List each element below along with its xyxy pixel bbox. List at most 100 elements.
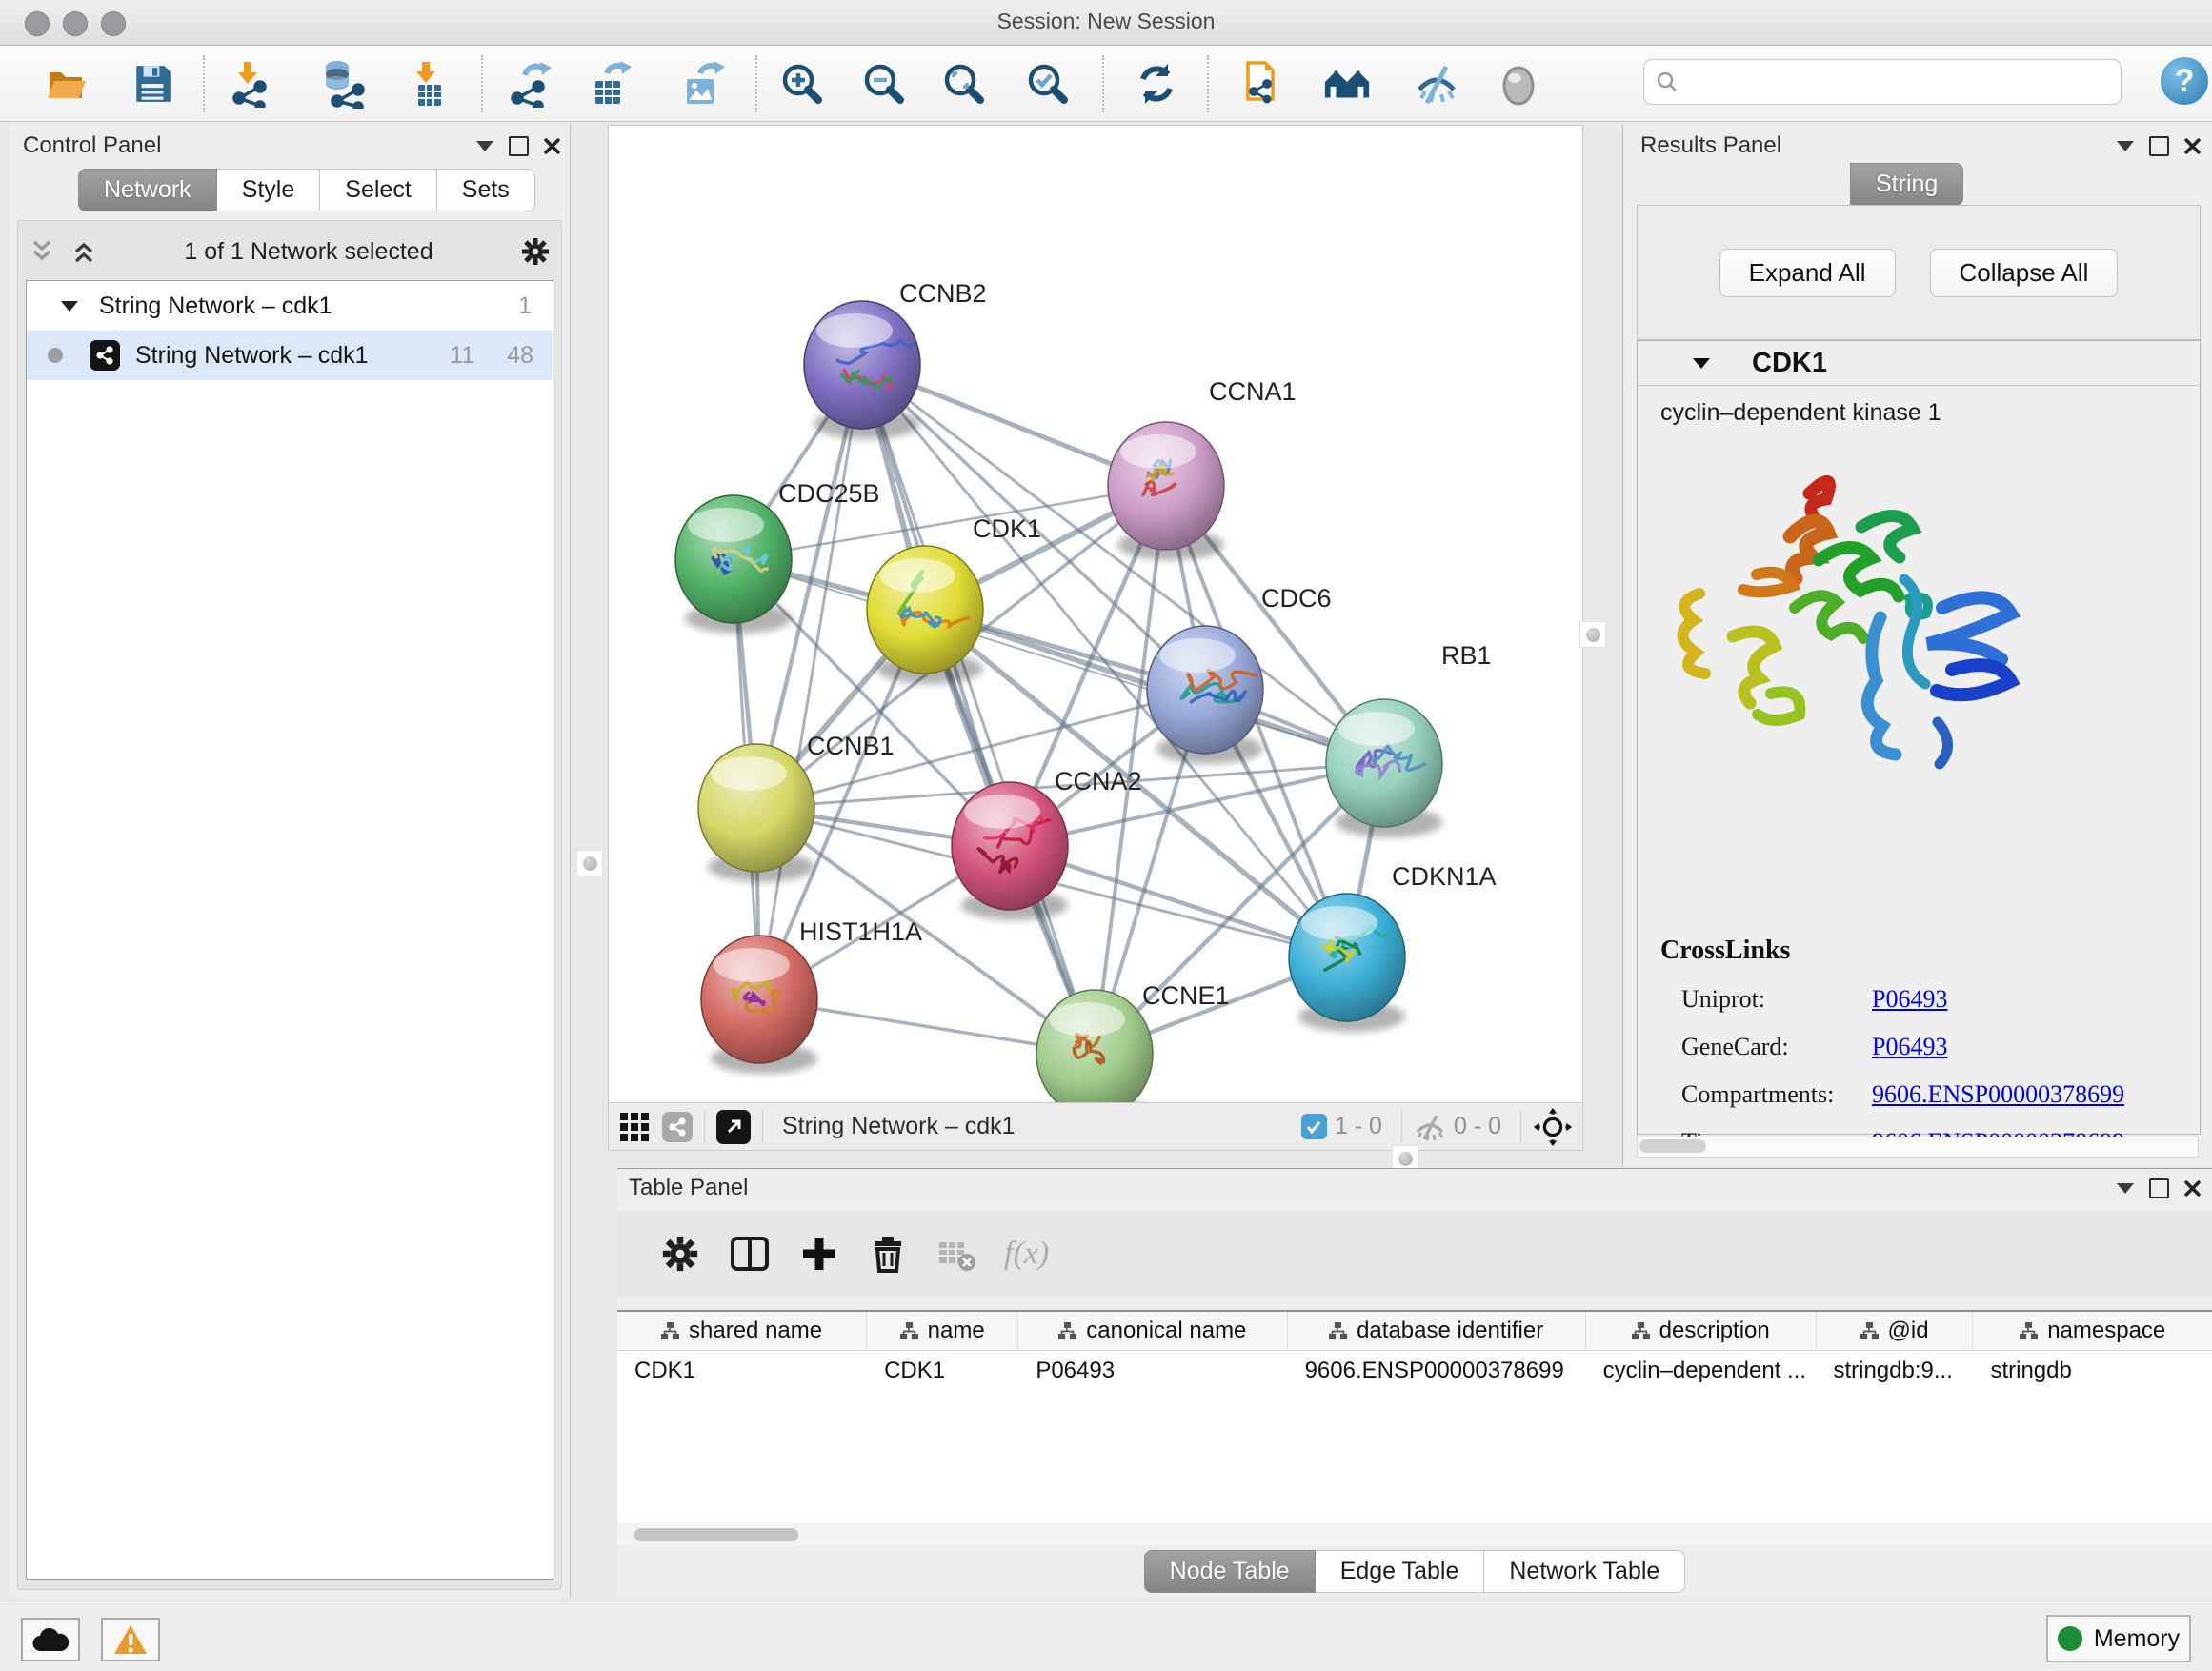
- expand-all-networks-icon[interactable]: [70, 238, 98, 265]
- collection-disclosure-icon[interactable]: [61, 301, 78, 312]
- node-label-RB1: RB1: [1441, 641, 1492, 670]
- float-panel-icon[interactable]: [509, 136, 529, 156]
- scrollbar-thumb[interactable]: [1639, 1139, 1706, 1153]
- network-node-CCNA1[interactable]: [1108, 422, 1224, 560]
- network-type-icon: [662, 1112, 693, 1142]
- help-button[interactable]: ?: [2161, 57, 2208, 105]
- birds-eye-view-icon[interactable]: [618, 1111, 651, 1143]
- column-header[interactable]: namespace: [1973, 1312, 2212, 1350]
- tab-network[interactable]: Network: [78, 169, 217, 211]
- results-panel-tabs: String: [1850, 163, 1963, 206]
- search-input[interactable]: [1680, 62, 2121, 102]
- first-neighbors-button[interactable]: [1322, 59, 1372, 109]
- export-image-button[interactable]: [678, 59, 728, 109]
- column-type-icon: [661, 1322, 679, 1340]
- import-network-file-button[interactable]: [227, 59, 276, 109]
- network-node-RB1[interactable]: [1326, 699, 1442, 837]
- zoom-in-button[interactable]: [777, 59, 827, 109]
- node-details-header[interactable]: CDK1: [1638, 341, 2200, 386]
- column-header[interactable]: canonical name: [1018, 1312, 1287, 1350]
- tab-style[interactable]: Style: [217, 169, 321, 211]
- close-panel-icon[interactable]: [2184, 1180, 2201, 1197]
- show-graphics-details-button[interactable]: [1494, 59, 1543, 109]
- network-canvas[interactable]: CCNB2CCNA1CDC25BCDK1CDC6RB1CCNB1CCNA2CDK…: [609, 126, 1582, 1102]
- crosslink-link[interactable]: P06493: [1872, 985, 1947, 1014]
- export-table-button[interactable]: [587, 59, 636, 109]
- create-column-plus-icon[interactable]: [798, 1233, 840, 1275]
- detach-view-icon[interactable]: [716, 1110, 751, 1144]
- network-node-CDK1[interactable]: [867, 546, 983, 684]
- string-import-button[interactable]: [1240, 59, 1290, 109]
- collection-label: String Network – cdk1: [99, 292, 332, 320]
- network-node-CCNE1[interactable]: [1036, 990, 1153, 1102]
- refresh-button[interactable]: [1132, 59, 1181, 109]
- zoom-in-icon: [778, 60, 826, 108]
- panel-menu-icon[interactable]: [2117, 141, 2134, 151]
- details-disclosure-icon[interactable]: [1693, 358, 1710, 369]
- cell-shared-name: CDK1: [617, 1351, 867, 1391]
- network-node-CCNA2[interactable]: [952, 782, 1068, 920]
- panel-menu-icon[interactable]: [476, 141, 493, 151]
- memory-button[interactable]: Memory: [2046, 1615, 2191, 1662]
- export-network-icon: [508, 60, 555, 108]
- table-horizontal-scrollbar[interactable]: [617, 1523, 2212, 1546]
- pan-crosshair-icon[interactable]: [1533, 1107, 1573, 1147]
- crosslink-label: Compartments:: [1660, 1080, 1872, 1109]
- right-splitter-handle[interactable]: [1579, 621, 1606, 648]
- column-header[interactable]: description: [1586, 1312, 1817, 1350]
- close-panel-icon[interactable]: [2184, 138, 2201, 154]
- tab-network-table[interactable]: Network Table: [1484, 1550, 1685, 1593]
- scrollbar-thumb[interactable]: [634, 1528, 798, 1541]
- tab-edge-table[interactable]: Edge Table: [1316, 1550, 1485, 1593]
- import-table-file-button[interactable]: [404, 59, 453, 109]
- network-node-CDC25B[interactable]: [675, 495, 792, 634]
- export-network-button[interactable]: [507, 59, 556, 109]
- delete-column-trash-icon[interactable]: [867, 1233, 909, 1275]
- tab-select[interactable]: Select: [320, 169, 436, 211]
- tab-string[interactable]: String: [1850, 163, 1963, 206]
- open-session-button[interactable]: [42, 59, 91, 109]
- table-panel: Table Panel: [617, 1168, 2212, 1597]
- cloud-icon: [31, 1626, 70, 1653]
- network-view[interactable]: CCNB2CCNA1CDC25BCDK1CDC6RB1CCNB1CCNA2CDK…: [608, 125, 1583, 1151]
- table-row[interactable]: CDK1 CDK1 P06493 9606.ENSP00000378699 cy…: [617, 1351, 2212, 1391]
- results-controls: Expand All Collapse All: [1637, 205, 2201, 340]
- cloud-tasks-button[interactable]: [21, 1618, 80, 1661]
- network-node-HIST1H1A[interactable]: [701, 936, 817, 1074]
- collapse-all-networks-icon[interactable]: [28, 238, 56, 265]
- show-columns-icon[interactable]: [728, 1232, 772, 1276]
- column-header[interactable]: shared name: [617, 1312, 867, 1350]
- network-node-CDKN1A[interactable]: [1289, 894, 1405, 1032]
- selected-indicator-checkbox[interactable]: [1301, 1114, 1327, 1139]
- network-node-CCNB1[interactable]: [698, 744, 814, 882]
- network-collection-row[interactable]: String Network – cdk1 1: [27, 281, 553, 331]
- import-network-database-button[interactable]: [318, 59, 368, 109]
- table-options-gear-icon[interactable]: [659, 1233, 701, 1275]
- network-options-gear-icon[interactable]: [519, 235, 552, 268]
- close-panel-icon[interactable]: [544, 138, 560, 154]
- panel-menu-icon[interactable]: [2117, 1183, 2134, 1194]
- column-header[interactable]: database identifier: [1288, 1312, 1586, 1350]
- column-header[interactable]: name: [867, 1312, 1018, 1350]
- network-node-CDC6[interactable]: [1147, 626, 1263, 764]
- column-header[interactable]: @id: [1817, 1312, 1974, 1350]
- save-session-button[interactable]: [128, 59, 177, 109]
- node-label-CCNA2: CCNA2: [1055, 767, 1142, 795]
- tab-sets[interactable]: Sets: [437, 169, 535, 211]
- collapse-all-button[interactable]: Collapse All: [1930, 249, 2119, 297]
- tab-node-table[interactable]: Node Table: [1144, 1550, 1316, 1593]
- float-panel-icon[interactable]: [2149, 1178, 2169, 1198]
- results-horizontal-scrollbar[interactable]: [1637, 1137, 2199, 1158]
- network-row[interactable]: String Network – cdk1 11 48: [27, 331, 553, 380]
- expand-all-button[interactable]: Expand All: [1719, 249, 1896, 297]
- hide-selected-button[interactable]: [1412, 59, 1461, 109]
- crosslink-link[interactable]: 9606.ENSP00000378699: [1872, 1080, 2124, 1109]
- warnings-button[interactable]: [101, 1618, 160, 1661]
- left-splitter-handle[interactable]: [576, 850, 603, 876]
- zoom-fit-button[interactable]: [939, 59, 989, 109]
- float-panel-icon[interactable]: [2149, 136, 2169, 156]
- zoom-out-button[interactable]: [859, 59, 909, 109]
- network-node-CCNB2[interactable]: [804, 301, 920, 439]
- zoom-selected-button[interactable]: [1023, 59, 1073, 109]
- crosslink-link[interactable]: P06493: [1872, 1033, 1947, 1061]
